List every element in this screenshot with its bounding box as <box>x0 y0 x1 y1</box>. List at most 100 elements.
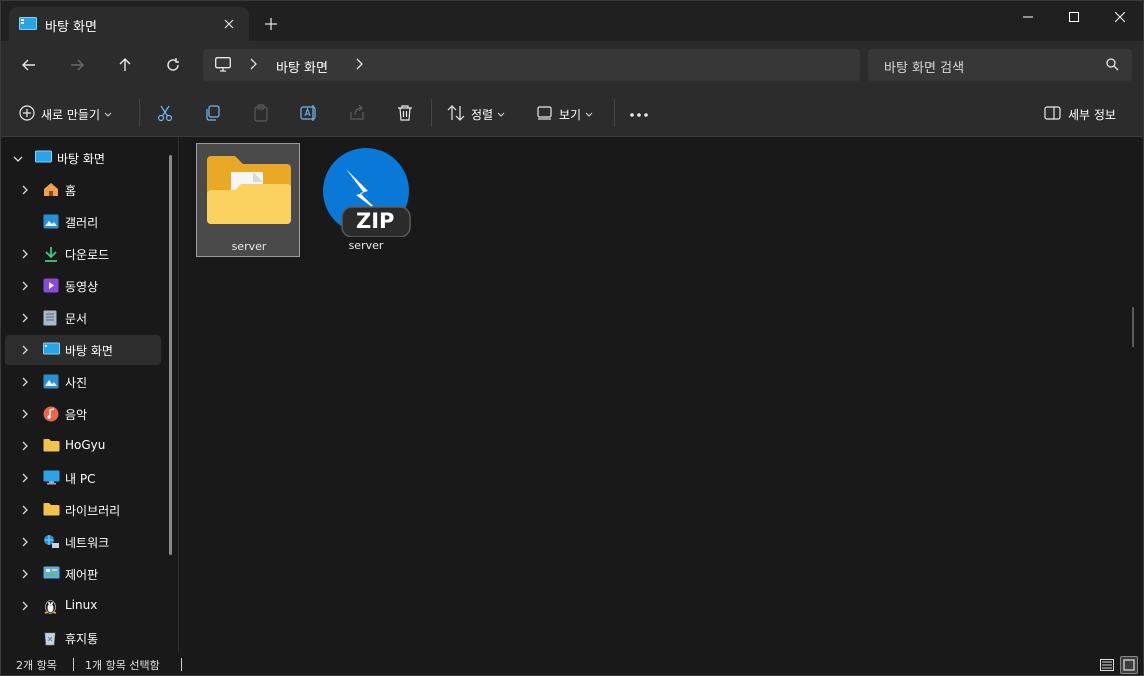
chevron-right-icon[interactable] <box>21 408 29 422</box>
folder-item[interactable]: server <box>196 143 300 257</box>
chevron-right-icon[interactable] <box>21 184 29 198</box>
zip-archive-icon: ZIP <box>320 147 412 240</box>
toolbar-divider <box>139 99 140 127</box>
toolbar-divider <box>614 99 615 127</box>
chevron-right-icon[interactable] <box>21 568 29 582</box>
trash-icon <box>396 104 414 125</box>
sidebar-item-linux[interactable]: Linux <box>5 591 161 621</box>
close-tab-icon[interactable] <box>219 14 239 34</box>
sidebar-item-gallery[interactable]: 갤러리 <box>5 207 161 237</box>
rename-button[interactable] <box>300 101 318 127</box>
sidebar-item-desktop[interactable]: 바탕 화면 <box>5 335 161 365</box>
home-icon <box>43 182 61 198</box>
details-view-icon[interactable] <box>1098 656 1116 674</box>
zip-file-item[interactable]: ZIP server <box>314 143 418 257</box>
sidebar-item-folder[interactable]: HoGyu <box>5 431 161 461</box>
new-tab-icon[interactable] <box>261 14 281 34</box>
paste-button[interactable] <box>252 101 270 127</box>
status-divider <box>181 658 182 671</box>
control-panel-icon <box>43 566 61 582</box>
search-icon[interactable] <box>1106 58 1119 74</box>
forward-arrow-icon[interactable] <box>63 53 91 77</box>
share-button[interactable] <box>348 101 366 127</box>
sidebar-item-document[interactable]: 문서 <box>5 303 161 333</box>
chevron-right-icon[interactable] <box>21 440 29 454</box>
maximize-icon[interactable] <box>1051 1 1097 33</box>
navigation-bar: 바탕 화면 바탕 화면 검색 <box>1 41 1143 89</box>
view-button[interactable]: 보기 <box>537 101 593 127</box>
chevron-right-icon[interactable] <box>249 58 257 73</box>
copy-button[interactable] <box>204 101 222 127</box>
address-bar[interactable]: 바탕 화면 <box>203 49 860 81</box>
sidebar-item-video[interactable]: 동영상 <box>5 271 161 301</box>
search-placeholder: 바탕 화면 검색 <box>884 61 965 76</box>
chevron-right-icon[interactable] <box>21 376 29 390</box>
sidebar-item-label: 라이브러리 <box>65 504 121 518</box>
network-icon <box>43 534 61 550</box>
sidebar-item-label: 동영상 <box>65 280 99 294</box>
chevron-right-icon[interactable] <box>355 58 363 73</box>
status-bar: 2개 항목 1개 항목 선택함 <box>1 653 1143 675</box>
pictures-icon <box>43 374 61 390</box>
sidebar-item-control-panel[interactable]: 제어판 <box>5 559 161 589</box>
title-bar: 바탕 화면 <box>1 1 1143 41</box>
sidebar-item-pictures[interactable]: 사진 <box>5 367 161 397</box>
rename-icon <box>300 104 318 125</box>
folder-icon <box>205 154 293 229</box>
sidebar-item-desktop-root[interactable]: 바탕 화면 <box>5 143 161 173</box>
chevron-right-icon[interactable] <box>21 312 29 326</box>
chevron-down-icon <box>497 107 505 121</box>
command-bar: 새로 만들기 정렬 보기 세부 정보 <box>1 89 1143 137</box>
chevron-right-icon[interactable] <box>21 248 29 262</box>
delete-button[interactable] <box>396 101 414 127</box>
new-button[interactable]: 새로 만들기 <box>19 101 112 127</box>
details-pane-button[interactable]: 세부 정보 <box>1044 101 1120 127</box>
chevron-down-icon <box>585 107 593 121</box>
sidebar-item-label: 다운로드 <box>65 248 110 262</box>
tab-title: 바탕 화면 <box>45 20 97 35</box>
content-scrollbar[interactable] <box>1132 307 1134 347</box>
zip-badge: ZIP <box>356 209 395 233</box>
desktop-icon <box>19 17 37 34</box>
sidebar-item-music[interactable]: 음악 <box>5 399 161 429</box>
chevron-right-icon[interactable] <box>21 280 29 294</box>
sidebar-item-network[interactable]: 네트워크 <box>5 527 161 557</box>
sort-button[interactable]: 정렬 <box>447 101 505 127</box>
monitor-icon[interactable] <box>215 57 231 75</box>
new-button-label: 새로 만들기 <box>41 107 101 122</box>
up-arrow-icon[interactable] <box>111 53 139 77</box>
file-name: server <box>231 240 267 253</box>
sidebar-item-folder[interactable]: 라이브러리 <box>5 495 161 525</box>
sidebar-item-label: 음악 <box>65 408 88 422</box>
chevron-down-icon[interactable] <box>13 152 23 166</box>
sidebar-item-pc[interactable]: 내 PC <box>5 463 161 493</box>
sidebar-item-label: 바탕 화면 <box>65 344 113 358</box>
breadcrumb-desktop[interactable]: 바탕 화면 <box>276 57 328 76</box>
back-arrow-icon[interactable] <box>15 53 43 77</box>
folder-icon <box>43 438 61 454</box>
cut-button[interactable] <box>156 101 174 127</box>
large-icons-view-icon[interactable] <box>1120 656 1138 674</box>
document-icon <box>43 310 61 326</box>
close-icon[interactable] <box>1097 1 1143 33</box>
refresh-icon[interactable] <box>159 53 187 77</box>
sidebar-item-label: 네트워크 <box>65 536 110 550</box>
sidebar-item-recycle-bin[interactable]: 휴지통 <box>5 623 161 653</box>
sidebar-item-label: Linux <box>65 598 98 612</box>
sidebar-item-home[interactable]: 홈 <box>5 175 161 205</box>
chevron-right-icon[interactable] <box>21 472 29 486</box>
sidebar-scrollbar[interactable] <box>169 155 172 555</box>
search-input[interactable]: 바탕 화면 검색 <box>868 49 1132 81</box>
sidebar-item-label: 바탕 화면 <box>57 152 105 166</box>
sort-icon <box>447 104 465 124</box>
chevron-right-icon[interactable] <box>21 344 29 358</box>
chevron-right-icon[interactable] <box>21 504 29 518</box>
minimize-icon[interactable] <box>1005 1 1051 33</box>
more-options-button[interactable] <box>629 101 649 127</box>
plus-circle-icon <box>19 104 35 124</box>
tab-desktop[interactable]: 바탕 화면 <box>9 7 249 41</box>
pc-icon <box>43 470 61 486</box>
chevron-right-icon[interactable] <box>21 600 29 614</box>
sidebar-item-download[interactable]: 다운로드 <box>5 239 161 269</box>
chevron-right-icon[interactable] <box>21 536 29 550</box>
